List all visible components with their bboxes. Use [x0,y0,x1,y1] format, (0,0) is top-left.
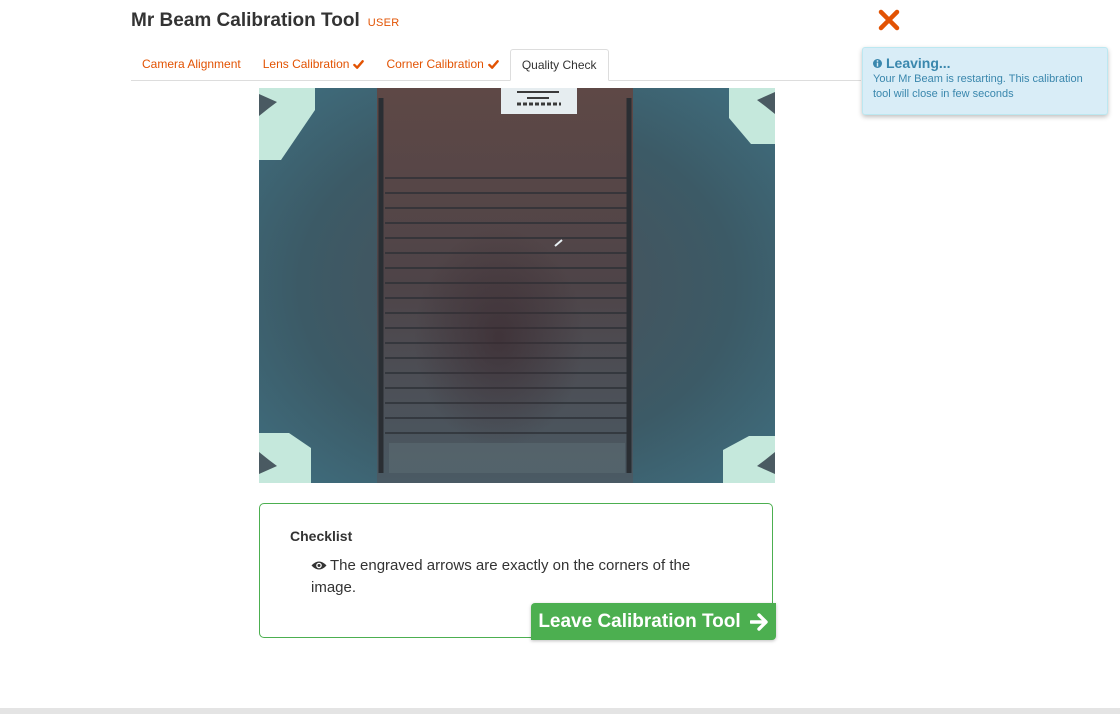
tab-label: Corner Calibration [386,57,484,71]
notification-title: Leaving... [886,55,951,71]
tab-bar: Camera Alignment Lens Calibration Corner… [131,49,861,81]
tab-quality-check[interactable]: Quality Check [509,49,609,81]
tab-label: Camera Alignment [142,57,241,71]
camera-image [259,88,775,483]
info-icon [873,58,882,68]
checklist-item: The engraved arrows are exactly on the c… [311,555,731,599]
leaving-notification: Leaving... Your Mr Beam is restarting. T… [862,47,1108,115]
page-title: Mr Beam Calibration Tool [131,10,360,31]
tab-lens-calibration[interactable]: Lens Calibration [252,49,376,80]
tab-corner-calibration[interactable]: Corner Calibration [375,49,509,80]
arrow-right-icon [749,612,768,631]
role-badge: USER [367,17,400,29]
checklist-title: Checklist [290,528,353,544]
check-icon [353,60,365,69]
header: Mr Beam Calibration Tool USER [131,10,400,32]
eye-icon [311,561,327,570]
footer-bar [0,708,1120,714]
notification-message: Your Mr Beam is restarting. This calibra… [873,73,1083,100]
calibration-label [501,88,577,114]
tab-label: Lens Calibration [262,57,350,71]
close-icon[interactable] [878,9,900,31]
check-icon [488,60,499,69]
calibration-page: Mr Beam Calibration Tool USER Camera Ali… [0,0,1120,714]
checklist-item-text: The engraved arrows are exactly on the c… [311,557,691,596]
leave-calibration-button[interactable]: Leave Calibration Tool [531,603,776,640]
tab-camera-alignment[interactable]: Camera Alignment [131,49,252,80]
tab-label: Quality Check [521,57,597,72]
leave-button-label: Leave Calibration Tool [538,610,741,632]
notification-title-row: Leaving... [873,55,1097,71]
